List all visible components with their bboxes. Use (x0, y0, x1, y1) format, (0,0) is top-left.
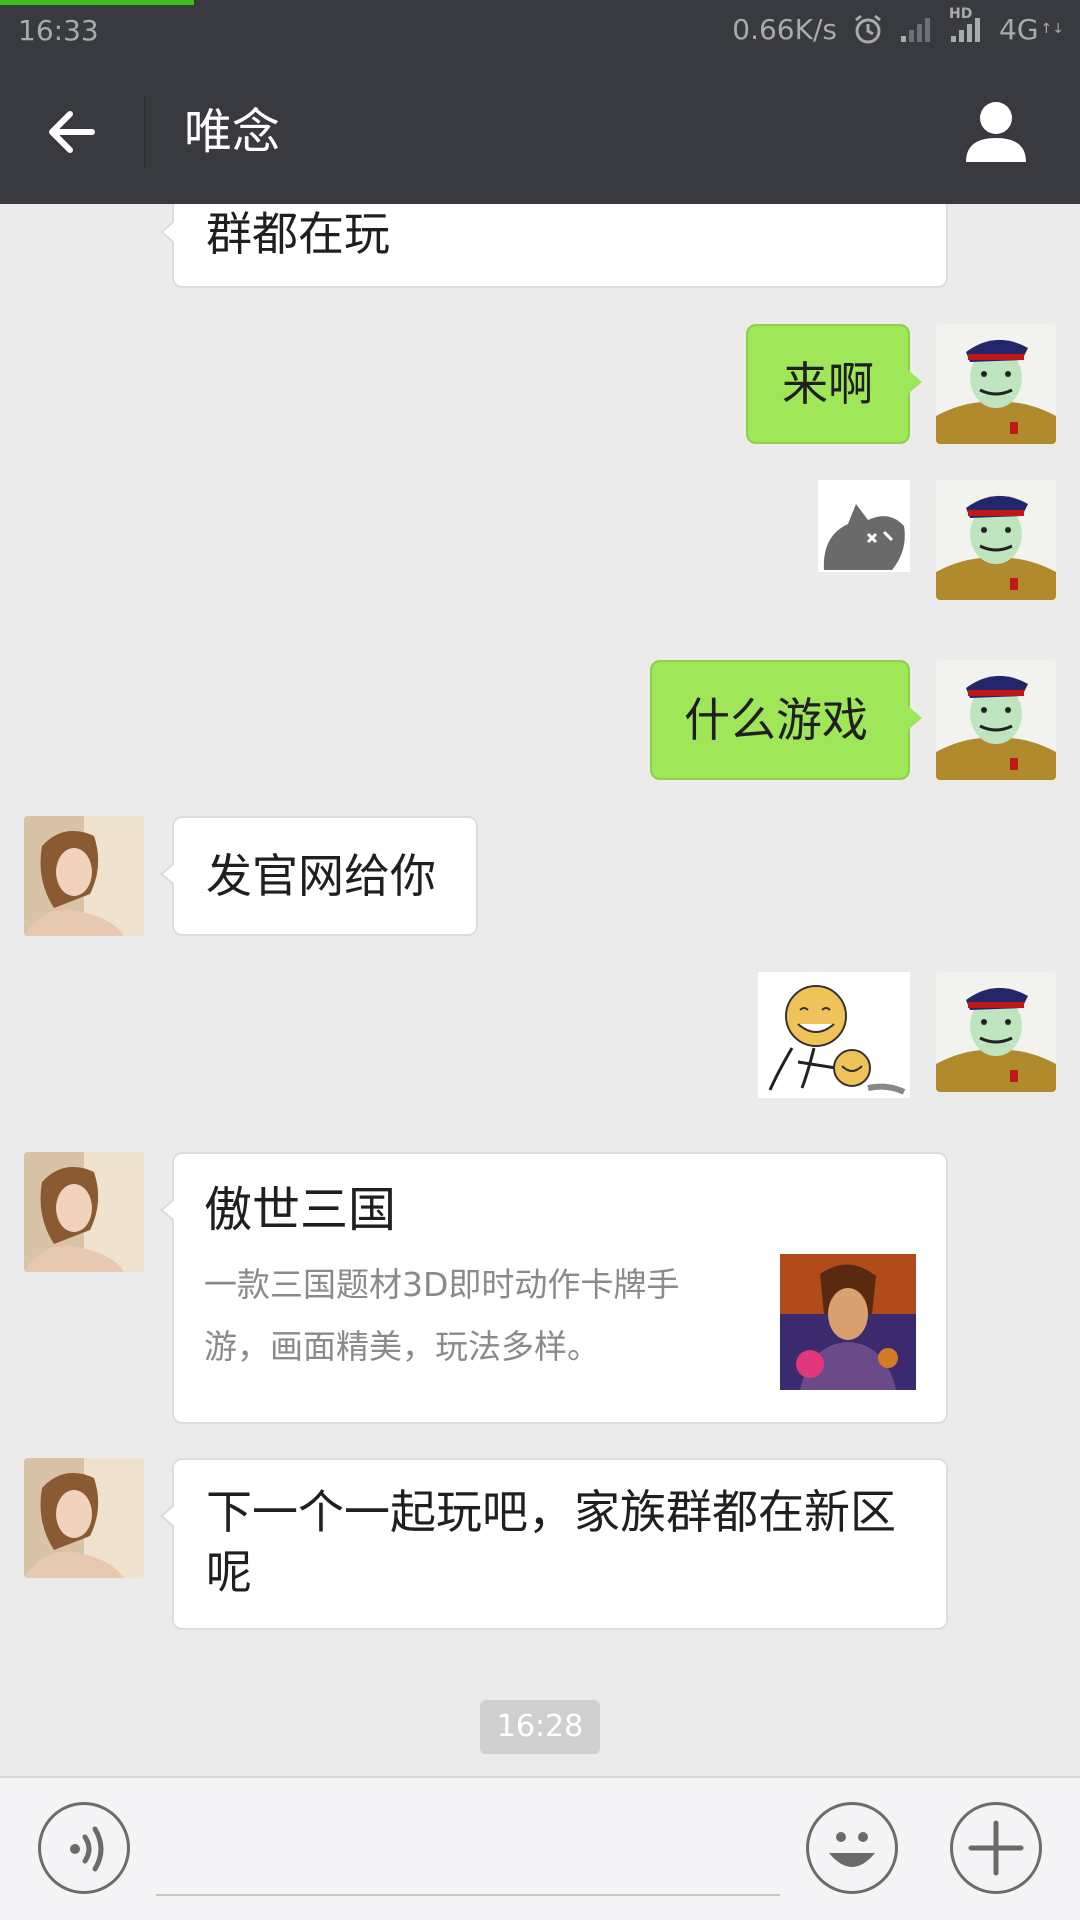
emoji-icon (829, 1832, 875, 1867)
contact-avatar[interactable] (24, 816, 144, 936)
message-bubble-incoming[interactable]: 下一个一起玩吧，家族群都在新区 呢 (160, 1458, 948, 1630)
officer-avatar-image (936, 972, 1056, 1092)
status-bar: 16:33 0.66K/s HD 4G ↑↓ (0, 0, 1080, 60)
loading-progress (0, 0, 194, 5)
my-avatar[interactable] (936, 660, 1056, 780)
card-title: 傲世三国 (204, 1182, 397, 1238)
title-bar: 唯念 (0, 60, 1080, 204)
plus-icon (968, 1820, 1024, 1876)
chat-title: 唯念 (184, 104, 281, 160)
emoji-button[interactable] (806, 1802, 898, 1894)
message-bubble-incoming[interactable]: 群都在玩 (160, 204, 948, 288)
signal-weak-icon (899, 14, 935, 44)
message-bubble-outgoing[interactable]: 什么游戏 (650, 660, 922, 780)
title-divider (144, 96, 146, 168)
gray-cat-sticker (818, 480, 910, 572)
message-text-line: 下一个一起玩吧，家族群都在新区 (206, 1485, 896, 1539)
card-thumbnail (780, 1254, 916, 1390)
message-text: 群都在玩 (206, 207, 390, 261)
contact-avatar[interactable] (24, 1152, 144, 1272)
officer-avatar-image (936, 660, 1056, 780)
message-text: 来啊 (782, 357, 874, 411)
network-type: 4G ↑↓ (999, 12, 1064, 46)
message-text: 什么游戏 (684, 693, 868, 747)
message-text: 发官网给你 (206, 849, 436, 903)
message-text-line: 呢 (206, 1545, 252, 1599)
voice-icon (70, 1826, 104, 1872)
game-hero-image (780, 1254, 916, 1390)
hd-label: HD (949, 6, 973, 22)
chat-screen: 16:33 0.66K/s HD 4G ↑↓ 唯念 群都在玩 来啊 什么游戏 发… (0, 0, 1080, 1920)
back-arrow-icon (49, 111, 95, 153)
message-input[interactable] (156, 1894, 780, 1896)
officer-avatar-image (936, 324, 1056, 444)
my-avatar[interactable] (936, 324, 1056, 444)
message-bubble-incoming[interactable]: 发官网给你 (160, 816, 478, 936)
link-card-message[interactable]: 傲世三国 一款三国题材3D即时动作卡牌手 游，画面精美，玩法多样。 (160, 1152, 948, 1424)
back-button[interactable] (40, 100, 104, 164)
girl-avatar-image (24, 1458, 144, 1578)
voice-button[interactable] (38, 1802, 130, 1894)
more-button[interactable] (950, 1802, 1042, 1894)
input-bar (0, 1776, 1080, 1920)
laughing-face-sticker (758, 972, 910, 1098)
my-avatar[interactable] (936, 972, 1056, 1092)
alarm-icon (851, 12, 885, 46)
status-time: 16:33 (18, 14, 99, 47)
officer-avatar-image (936, 480, 1056, 600)
network-arrows: ↑↓ (1040, 21, 1064, 37)
signal-hd-icon: HD (949, 6, 985, 44)
message-list[interactable]: 群都在玩 来啊 什么游戏 发官网给你 傲世三国 一款三国题材3D即时动作卡牌手 … (0, 204, 1080, 1776)
girl-avatar-image (24, 816, 144, 936)
person-icon (966, 102, 1026, 162)
sticker-message[interactable] (758, 972, 910, 1098)
net-speed: 0.66K/s (732, 12, 838, 46)
contact-avatar[interactable] (24, 1458, 144, 1578)
card-description: 一款三国题材3D即时动作卡牌手 游，画面精美，玩法多样。 (204, 1265, 680, 1366)
girl-avatar-image (24, 1152, 144, 1272)
chat-info-button[interactable] (960, 96, 1032, 168)
my-avatar[interactable] (936, 480, 1056, 600)
status-indicators: 0.66K/s HD 4G ↑↓ (732, 6, 1064, 46)
sticker-message[interactable] (818, 480, 910, 572)
time-divider: 16:28 (480, 1700, 600, 1754)
message-bubble-outgoing[interactable]: 来啊 (746, 324, 922, 444)
